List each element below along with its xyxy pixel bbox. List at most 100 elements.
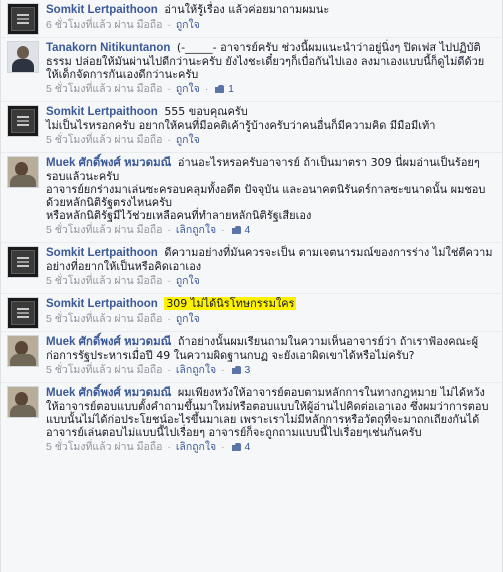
comment-author-link[interactable]: Somkit Lertpaithoon [46, 298, 158, 310]
profile-picture [11, 250, 35, 274]
comment-via: ผ่าน มือถือ [114, 275, 163, 287]
meta-separator: · [167, 134, 171, 146]
meta-separator: · [167, 19, 171, 31]
avatar[interactable] [7, 156, 39, 188]
comment-meta: 5 ชั่วโมงที่แล้ว ผ่าน มือถือ · เลิกถูกใจ… [46, 441, 496, 453]
comment-timestamp[interactable]: 5 ชั่วโมงที่แล้ว [46, 83, 112, 95]
comment-author-link[interactable]: Tanakorn Nitikuntanon [46, 42, 170, 54]
like-count[interactable]: 3 [244, 364, 250, 376]
like-action-link[interactable]: ถูกใจ [176, 19, 200, 31]
profile-picture [11, 301, 35, 325]
comment-via: ผ่าน มือถือ [114, 19, 163, 31]
comment-via: ผ่าน มือถือ [114, 364, 163, 376]
like-action-link[interactable]: ถูกใจ [176, 275, 200, 287]
meta-separator: · [221, 224, 225, 236]
comment-meta: 5 ชั่วโมงที่แล้ว ผ่าน มือถือ · เลิกถูกใจ… [46, 364, 496, 376]
like-count[interactable]: 4 [244, 441, 250, 453]
comment-meta: 5 ชั่วโมงที่แล้ว ผ่าน มือถือ · ถูกใจ · [46, 275, 496, 287]
avatar[interactable] [7, 297, 39, 329]
avatar[interactable] [7, 105, 39, 137]
comment-2: Tanakorn Nitikuntanon (-_____- อาจารย์คร… [1, 37, 502, 101]
profile-picture-head [15, 162, 28, 176]
comment-text-block: Somkit Lertpaithoon ดีความอย่างที่มันควร… [46, 246, 496, 273]
profile-picture [11, 7, 35, 31]
meta-separator: · [221, 364, 225, 376]
like-action-link[interactable]: เลิกถูกใจ [176, 441, 216, 453]
meta-separator: · [204, 83, 209, 95]
thumbs-up-icon [231, 442, 241, 451]
like-action-link[interactable]: เลิกถูกใจ [176, 364, 216, 376]
like-count[interactable]: 4 [244, 224, 250, 236]
comment-body: อ่านให้รู้เรื่อง แล้วค่อยมาถามผมนะ [164, 3, 330, 16]
avatar[interactable] [7, 386, 39, 418]
comment-author-link[interactable]: Somkit Lertpaithoon [46, 4, 158, 16]
comment-content: Muek ศักดิ์พงศ์ หมวดมณี อ่านอะไรหรอครับอ… [46, 156, 496, 242]
profile-picture [11, 109, 35, 133]
meta-separator: · [167, 364, 171, 376]
comment-author-link[interactable]: Muek ศักดิ์พงศ์ หมวดมณี [46, 336, 171, 348]
comment-timestamp[interactable]: 5 ชั่วโมงที่แล้ว [46, 313, 112, 325]
meta-separator: · [167, 83, 171, 95]
comment-content: Somkit Lertpaithoon 309 ไม่ได้นิรโทษกรรม… [46, 297, 496, 331]
comment-content: Somkit Lertpaithoon 555 ขอบคุณครับ ไม่เป… [46, 105, 496, 152]
meta-separator: · [221, 441, 225, 453]
comment-text-block: Muek ศักดิ์พงศ์ หมวดมณี ถ้าอย่างนั้นผมเร… [46, 335, 496, 362]
comment-timestamp[interactable]: 5 ชั่วโมงที่แล้ว [46, 364, 112, 376]
thumbs-up-icon [231, 365, 241, 374]
comment-text-block: Somkit Lertpaithoon 555 ขอบคุณครับ ไม่เป… [46, 105, 496, 132]
comment-stream: Somkit Lertpaithoon อ่านให้รู้เรื่อง แล้… [0, 0, 503, 572]
comment-via: ผ่าน มือถือ [114, 313, 163, 325]
comment-author-link[interactable]: Muek ศักดิ์พงศ์ หมวดมณี [46, 387, 171, 399]
comment-text-block: Somkit Lertpaithoon อ่านให้รู้เรื่อง แล้… [46, 3, 496, 17]
comment-text-block: Muek ศักดิ์พงศ์ หมวดมณี อ่านอะไรหรอครับอ… [46, 156, 496, 222]
comment-meta: 5 ชั่วโมงที่แล้ว ผ่าน มือถือ · เลิกถูกใจ… [46, 224, 496, 236]
comment-content: Muek ศักดิ์พงศ์ หมวดมณี ผมเพียงหวังให้อา… [46, 386, 496, 459]
comment-author-link[interactable]: Muek ศักดิ์พงศ์ หมวดมณี [46, 157, 171, 169]
comment-4: Muek ศักดิ์พงศ์ หมวดมณี อ่านอะไรหรอครับอ… [1, 152, 502, 242]
thumbs-up-icon [231, 225, 241, 234]
avatar[interactable] [7, 3, 39, 35]
avatar[interactable] [7, 41, 39, 73]
comment-via: ผ่าน มือถือ [114, 83, 163, 95]
comment-via: ผ่าน มือถือ [114, 134, 163, 146]
comment-3: Somkit Lertpaithoon 555 ขอบคุณครับ ไม่เป… [1, 101, 502, 152]
thumbs-up-icon [215, 84, 225, 93]
comment-timestamp[interactable]: 6 ชั่วโมงที่แล้ว [46, 19, 112, 31]
profile-picture-body [10, 354, 36, 366]
profile-picture-head [15, 392, 28, 406]
comment-author-link[interactable]: Somkit Lertpaithoon [46, 247, 158, 259]
comment-8: Muek ศักดิ์พงศ์ หมวดมณี ผมเพียงหวังให้อา… [1, 382, 502, 459]
comment-text-block: Muek ศักดิ์พงศ์ หมวดมณี ผมเพียงหวังให้อา… [46, 386, 496, 439]
avatar[interactable] [7, 246, 39, 278]
like-action-link[interactable]: เลิกถูกใจ [176, 224, 216, 236]
like-action-link[interactable]: ถูกใจ [176, 313, 200, 325]
comment-timestamp[interactable]: 5 ชั่วโมงที่แล้ว [46, 224, 112, 236]
like-count-wrap[interactable]: · 3 [219, 364, 250, 376]
profile-picture-body [10, 405, 36, 417]
like-action-link[interactable]: ถูกใจ [176, 134, 200, 146]
avatar[interactable] [7, 335, 39, 367]
meta-separator: · [167, 275, 171, 287]
comment-body: 309 ไม่ได้นิรโทษกรรมใคร [164, 297, 297, 310]
like-count-wrap[interactable]: · 4 [219, 441, 250, 453]
comment-timestamp[interactable]: 5 ชั่วโมงที่แล้ว [46, 275, 112, 287]
comment-content: Somkit Lertpaithoon ดีความอย่างที่มันควร… [46, 246, 496, 293]
like-action-link[interactable]: ถูกใจ [176, 83, 200, 95]
comment-timestamp[interactable]: 5 ชั่วโมงที่แล้ว [46, 134, 112, 146]
comment-timestamp[interactable]: 5 ชั่วโมงที่แล้ว [46, 441, 112, 453]
comment-5: Somkit Lertpaithoon ดีความอย่างที่มันควร… [1, 242, 502, 293]
comment-content: Tanakorn Nitikuntanon (-_____- อาจารย์คร… [46, 41, 496, 101]
like-count-wrap[interactable]: · 4 [219, 224, 250, 236]
meta-separator: · [167, 313, 171, 325]
like-count[interactable]: 1 [228, 83, 234, 95]
like-count-wrap[interactable]: · 1 [203, 83, 234, 95]
comment-content: Muek ศักดิ์พงศ์ หมวดมณี ถ้าอย่างนั้นผมเร… [46, 335, 496, 382]
comment-content: Somkit Lertpaithoon อ่านให้รู้เรื่อง แล้… [46, 3, 496, 37]
comment-1: Somkit Lertpaithoon อ่านให้รู้เรื่อง แล้… [1, 0, 502, 37]
meta-separator: · [167, 441, 171, 453]
comment-via: ผ่าน มือถือ [114, 224, 163, 236]
comment-meta: 5 ชั่วโมงที่แล้ว ผ่าน มือถือ · ถูกใจ · [46, 134, 496, 146]
profile-picture-body [10, 175, 36, 187]
comment-author-link[interactable]: Somkit Lertpaithoon [46, 106, 158, 118]
comment-7: Muek ศักดิ์พงศ์ หมวดมณี ถ้าอย่างนั้นผมเร… [1, 331, 502, 382]
